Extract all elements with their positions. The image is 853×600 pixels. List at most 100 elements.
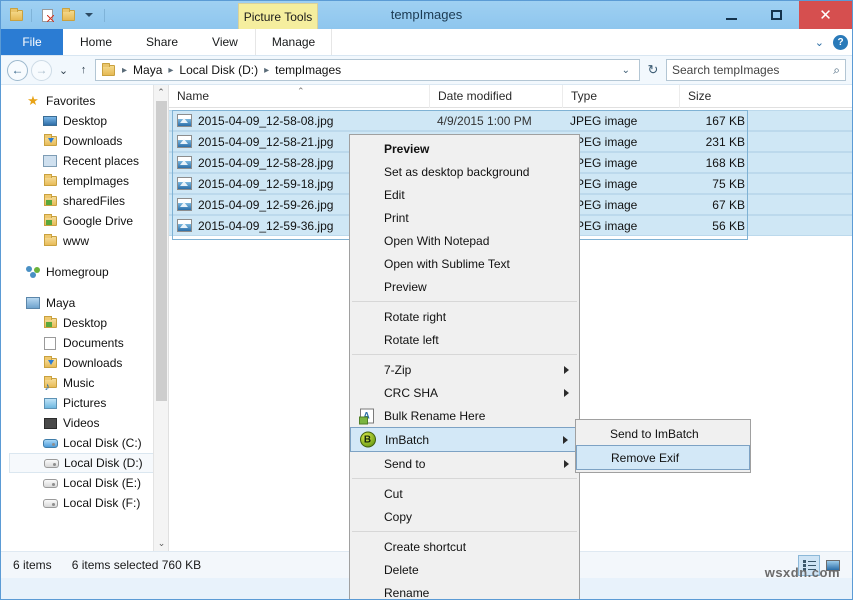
menu-item-preview[interactable]: Preview [350,275,579,298]
new-file-icon[interactable] [38,6,56,24]
sidebar-item-downloads[interactable]: Downloads [1,353,168,373]
close-button[interactable]: ✕ [799,1,852,29]
sidebar-group-maya[interactable]: Maya [1,293,168,313]
menu-separator [352,478,577,479]
nav-scrollbar[interactable]: ⌃ ⌄ [153,85,168,551]
menu-item-label: Print [384,211,409,225]
menu-item-copy[interactable]: Copy [350,505,579,528]
menu-item-bulk-rename-here[interactable]: ABulk Rename Here [350,404,579,427]
pictures-folder-icon [42,395,58,411]
menu-item-preview[interactable]: Preview [350,137,579,160]
search-icon[interactable]: ⌕ [833,63,840,78]
sidebar-item-label: tempImages [63,174,129,188]
minimize-button[interactable] [709,1,754,29]
back-button[interactable]: ← [7,60,28,81]
computer-icon [25,295,41,311]
scroll-up-arrow[interactable]: ⌃ [154,85,168,100]
scroll-down-arrow[interactable]: ⌄ [154,536,168,551]
breadcrumb-item-local-disk-d[interactable]: Local Disk (D:) [176,63,261,77]
forward-button[interactable]: → [31,60,52,81]
quick-access-toolbar [1,1,108,29]
drive-icon [43,455,59,471]
navigation-pane: ★FavoritesDesktopDownloadsRecent placest… [1,85,168,551]
sidebar-item-google-drive[interactable]: Google Drive [1,211,168,231]
refresh-icon[interactable]: ↻ [643,59,663,81]
documents-folder-icon [42,335,58,351]
homegroup-icon [25,264,41,280]
menu-item-print[interactable]: Print [350,206,579,229]
menu-item-crc-sha[interactable]: CRC SHA [350,381,579,404]
sidebar-item-label: Local Disk (E:) [63,476,141,490]
tab-manage[interactable]: Manage [255,29,332,55]
folder-properties-icon[interactable] [7,6,25,24]
sidebar-item-local-disk-f[interactable]: Local Disk (F:) [1,493,168,513]
ribbon-tab-bar: File Home Share View Manage ⌄ ? [1,29,852,56]
column-header-size[interactable]: Size [679,85,753,108]
sidebar-item-www[interactable]: www [1,231,168,251]
table-row[interactable]: 2015-04-09_12-58-08.jpg4/9/2015 1:00 PMJ… [169,110,852,131]
customize-dropdown-icon[interactable] [80,6,98,24]
help-icon[interactable]: ? [833,35,848,50]
tab-file[interactable]: File [1,29,63,55]
menu-item-rename[interactable]: Rename [350,581,579,600]
sidebar-item-local-disk-d[interactable]: Local Disk (D:) [9,453,161,473]
monitor-icon [42,113,58,129]
tab-home[interactable]: Home [63,29,129,55]
breadcrumb[interactable]: ▸ Maya ▸ Local Disk (D:) ▸ tempImages ⌄ [95,59,640,81]
imbatch-submenu: Send to ImBatchRemove Exif [575,419,751,473]
menu-item-send-to[interactable]: Send to [350,452,579,475]
column-header-type[interactable]: Type [562,85,679,108]
menu-item-cut[interactable]: Cut [350,482,579,505]
file-name-cell: 2015-04-09_12-58-08.jpg [169,114,429,128]
tab-view[interactable]: View [195,29,255,55]
sidebar-item-recent-places[interactable]: Recent places [1,151,168,171]
sidebar-group-homegroup[interactable]: Homegroup [1,262,168,282]
sidebar-item-tempimages[interactable]: tempImages [1,171,168,191]
scrollbar-thumb[interactable] [156,101,167,401]
menu-item-open-with-notepad[interactable]: Open With Notepad [350,229,579,252]
breadcrumb-item-tempimages[interactable]: tempImages [272,63,344,77]
up-button[interactable]: ↑ [75,60,92,81]
new-folder-icon[interactable] [59,6,77,24]
sidebar-item-local-disk-e[interactable]: Local Disk (E:) [1,473,168,493]
path-dropdown-icon[interactable]: ⌄ [617,65,635,76]
search-input[interactable]: Search tempImages ⌕ [666,59,846,81]
submenu-item-send-to-imbatch[interactable]: Send to ImBatch [576,422,750,445]
explorer-window: tempImages Picture Tools ✕ File Home Sha… [0,0,853,600]
menu-item-rotate-left[interactable]: Rotate left [350,328,579,351]
menu-item-open-with-sublime-text[interactable]: Open with Sublime Text [350,252,579,275]
shared-folder-icon [42,193,58,209]
tab-share[interactable]: Share [129,29,195,55]
menu-item-create-shortcut[interactable]: Create shortcut [350,535,579,558]
sidebar-item-local-disk-c[interactable]: Local Disk (C:) [1,433,168,453]
sidebar-item-videos[interactable]: Videos [1,413,168,433]
sidebar-item-downloads[interactable]: Downloads [1,131,168,151]
menu-item-label: Create shortcut [384,540,466,554]
chevron-down-icon[interactable]: ⌄ [815,36,824,49]
recent-locations-dropdown-icon[interactable]: ⌄ [55,60,72,81]
menu-item-edit[interactable]: Edit [350,183,579,206]
downloads-folder-icon [42,133,58,149]
submenu-item-remove-exif[interactable]: Remove Exif [576,445,750,470]
picture-tools-contextual-tab-group: Picture Tools [238,3,318,29]
menu-item-delete[interactable]: Delete [350,558,579,581]
column-header-date-modified[interactable]: Date modified [429,85,562,108]
sidebar-item-desktop[interactable]: Desktop [1,111,168,131]
sidebar-item-sharedfiles[interactable]: sharedFiles [1,191,168,211]
sidebar-item-pictures[interactable]: Pictures [1,393,168,413]
maximize-button[interactable] [754,1,799,29]
menu-item-rotate-right[interactable]: Rotate right [350,305,579,328]
menu-item-label: Send to [384,457,425,471]
sidebar-item-music[interactable]: Music [1,373,168,393]
menu-item-set-as-desktop-background[interactable]: Set as desktop background [350,160,579,183]
sidebar-item-desktop[interactable]: Desktop [1,313,168,333]
sidebar-item-documents[interactable]: Documents [1,333,168,353]
sidebar-item-label: Downloads [63,134,122,148]
sidebar-group-favorites[interactable]: ★Favorites [1,91,168,111]
breadcrumb-item-maya[interactable]: Maya [130,63,165,77]
menu-item-imbatch[interactable]: BImBatch [350,427,579,452]
menu-item-7-zip[interactable]: 7-Zip [350,358,579,381]
menu-separator [352,531,577,532]
menu-item-label: CRC SHA [384,386,438,400]
file-name-label: 2015-04-09_12-58-28.jpg [198,156,333,170]
